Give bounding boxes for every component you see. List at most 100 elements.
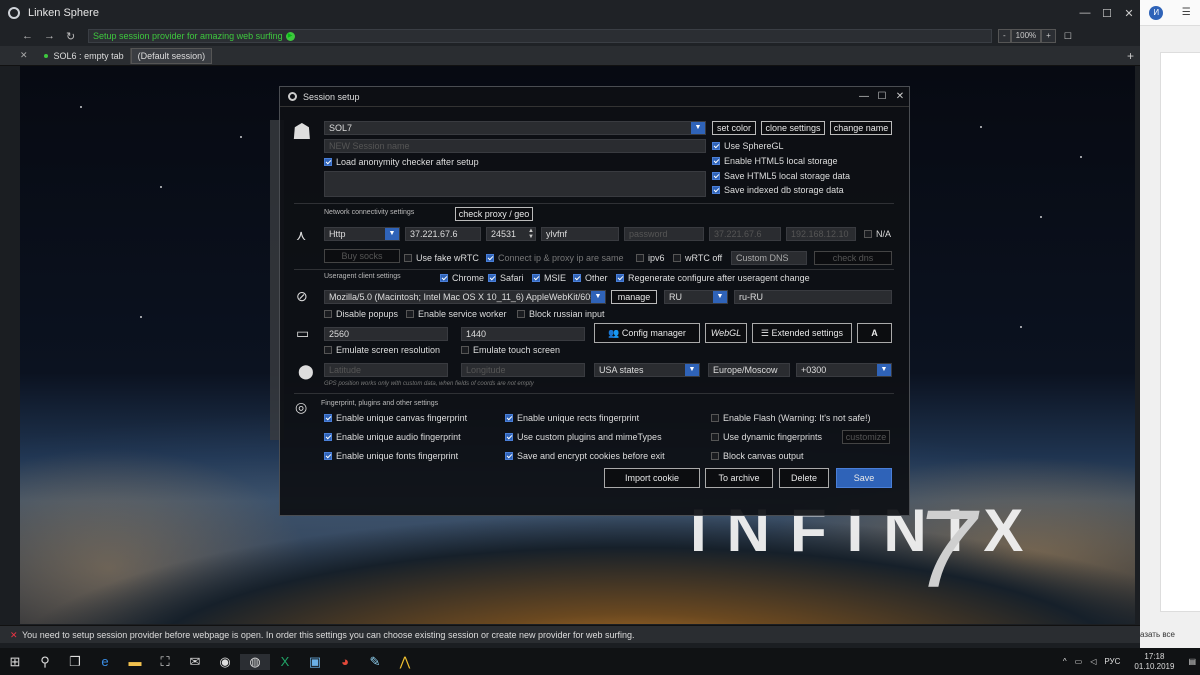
disable-popups-checkbox[interactable]: Disable popups <box>324 309 398 319</box>
keyboard-language[interactable]: РУС <box>1104 657 1120 666</box>
save-button[interactable]: Save <box>836 468 892 488</box>
edge-icon[interactable]: e <box>90 654 120 669</box>
zoom-out-button[interactable]: - <box>998 29 1011 43</box>
proxy-port-input[interactable]: 24531 ▲ ▼ <box>486 227 536 241</box>
language-select[interactable]: RU ▼ <box>664 290 728 304</box>
connect-same-checkbox[interactable]: Connect ip & proxy ip are same <box>486 253 624 263</box>
clone-settings-button[interactable]: clone settings <box>761 121 825 135</box>
dialog-maximize-button[interactable]: ☐ <box>873 91 891 102</box>
use-spheregl-checkbox[interactable]: Use SphereGL <box>712 141 784 151</box>
dialog-close-button[interactable]: ✕ <box>891 91 909 102</box>
config-manager-button[interactable]: 👥 Config manager <box>594 323 700 343</box>
safari-checkbox[interactable]: Safari <box>488 273 524 283</box>
screen-height-input[interactable]: 1440 <box>461 327 585 341</box>
maximize-button[interactable]: ☐ <box>1096 7 1118 20</box>
block-canvas-checkbox[interactable]: Block canvas output <box>711 451 804 461</box>
latitude-input[interactable]: Latitude <box>324 363 448 377</box>
store-icon[interactable]: ⛶ <box>150 654 180 670</box>
webgl-button[interactable]: WebGL <box>705 323 747 343</box>
windows-start-icon[interactable]: ⊞ <box>0 654 30 670</box>
msie-checkbox[interactable]: MSIE <box>532 273 566 283</box>
new-session-input[interactable]: NEW Session name <box>324 139 706 153</box>
emulate-resolution-checkbox[interactable]: Emulate screen resolution <box>324 345 440 355</box>
flash-checkbox[interactable]: Enable Flash (Warning: It's not safe!) <box>711 413 870 423</box>
html5-storage-checkbox[interactable]: Enable HTML5 local storage <box>712 156 838 166</box>
canvas-fingerprint-checkbox[interactable]: Enable unique canvas fingerprint <box>324 413 467 423</box>
protocol-select[interactable]: Http ▼ <box>324 227 400 241</box>
other-checkbox[interactable]: Other <box>573 273 608 283</box>
notes-textarea[interactable] <box>324 171 706 197</box>
mail-icon[interactable]: ✉ <box>180 654 210 670</box>
regenerate-checkbox[interactable]: Regenerate configure after useragent cha… <box>616 273 810 283</box>
webrtc-off-checkbox[interactable]: wRTC off <box>673 253 722 263</box>
reload-icon[interactable]: ↻ <box>66 30 88 43</box>
address-bar[interactable]: Setup session provider for amazing web s… <box>88 29 992 43</box>
notes-icon[interactable]: ✎ <box>360 654 390 670</box>
sphere-taskbar-icon[interactable]: ◍ <box>240 653 270 670</box>
custom-plugins-checkbox[interactable]: Use custom plugins and mimeTypes <box>505 432 662 442</box>
timezone-offset-select[interactable]: +0300 ▼ <box>796 363 892 377</box>
to-archive-button[interactable]: To archive <box>705 468 773 488</box>
proxy-password-input[interactable]: password <box>624 227 704 241</box>
tray-arrow-icon[interactable]: ^ <box>1063 657 1067 666</box>
fonts-button[interactable]: A <box>857 323 892 343</box>
tab-close-icon[interactable]: ✕ <box>20 50 28 61</box>
save-html5-storage-checkbox[interactable]: Save HTML5 local storage data <box>712 171 850 181</box>
manage-button[interactable]: manage <box>611 290 657 304</box>
go-icon[interactable]: ▶ <box>285 31 295 41</box>
fake-webrtc-checkbox[interactable]: Use fake wRTC <box>404 253 479 263</box>
avatar[interactable]: И <box>1149 5 1164 20</box>
menu-icon[interactable]: ☰ <box>1182 7 1191 18</box>
longitude-input[interactable]: Longitude <box>461 363 585 377</box>
fonts-fingerprint-checkbox[interactable]: Enable unique fonts fingerprint <box>324 451 458 461</box>
ipv6-checkbox[interactable]: ipv6 <box>636 253 665 263</box>
tab-sol6[interactable]: SOL6 : empty tab <box>38 47 131 64</box>
chrome-checkbox[interactable]: Chrome <box>440 273 484 283</box>
rects-fingerprint-checkbox[interactable]: Enable unique rects fingerprint <box>505 413 639 423</box>
screen-width-input[interactable]: 2560 <box>324 327 448 341</box>
search-icon[interactable]: ⚲ <box>30 654 60 670</box>
set-color-button[interactable]: set color <box>712 121 756 135</box>
check-proxy-button[interactable]: check proxy / geo <box>455 207 533 221</box>
new-tab-button[interactable]: + <box>1127 49 1134 63</box>
emulate-touch-checkbox[interactable]: Emulate touch screen <box>461 345 560 355</box>
timezone-input[interactable]: Europe/Moscow <box>708 363 790 377</box>
customize-button[interactable]: customize <box>842 430 890 444</box>
region-select[interactable]: USA states ▼ <box>594 363 700 377</box>
extended-settings-button[interactable]: ☰ Extended settings <box>752 323 852 343</box>
excel-icon[interactable]: X <box>270 654 300 669</box>
back-arrow-icon[interactable]: ← <box>22 30 44 42</box>
clock[interactable]: 17:18 01.10.2019 <box>1134 652 1174 672</box>
import-cookie-button[interactable]: Import cookie <box>604 468 700 488</box>
proxy-ip-input[interactable]: 37.221.67.6 <box>405 227 481 241</box>
app-icon[interactable]: ⋀ <box>390 654 420 670</box>
session-name-select[interactable]: SOL7 ▼ <box>324 121 706 135</box>
task-view-icon[interactable]: ❐ <box>60 654 90 670</box>
dynamic-fingerprints-checkbox[interactable]: Use dynamic fingerprints <box>711 432 822 442</box>
steam-icon[interactable]: ◉ <box>210 654 240 670</box>
close-button[interactable]: ✕ <box>1118 7 1140 20</box>
zoom-in-button[interactable]: + <box>1041 29 1056 43</box>
save-indexeddb-checkbox[interactable]: Save indexed db storage data <box>712 185 844 195</box>
tab-default-session[interactable]: (Default session) <box>130 47 213 64</box>
service-worker-checkbox[interactable]: Enable service worker <box>406 309 507 319</box>
network-tray-icon[interactable]: ▭ <box>1075 657 1083 666</box>
bookmark-button[interactable]: ☐ <box>1064 31 1072 42</box>
port-stepper-icon[interactable]: ▲ ▼ <box>528 228 534 240</box>
folder-icon[interactable]: ▬ <box>120 654 150 669</box>
encrypt-cookies-checkbox[interactable]: Save and encrypt cookies before exit <box>505 451 665 461</box>
chrome-icon[interactable]: ◕ <box>330 654 360 669</box>
audio-fingerprint-checkbox[interactable]: Enable unique audio fingerprint <box>324 432 461 442</box>
volume-icon[interactable]: ◁ <box>1090 657 1096 666</box>
na-checkbox[interactable]: N/A <box>864 229 891 239</box>
locale-input[interactable]: ru-RU <box>734 290 892 304</box>
block-russian-checkbox[interactable]: Block russian input <box>517 309 605 319</box>
custom-dns-input[interactable]: Custom DNS <box>731 251 807 265</box>
proxy-login-input[interactable]: ylvfnf <box>541 227 619 241</box>
check-dns-button[interactable]: check dns <box>814 251 892 265</box>
buy-socks-button[interactable]: Buy socks <box>324 249 400 263</box>
forward-arrow-icon[interactable]: → <box>44 30 66 42</box>
remote-desktop-icon[interactable]: ▣ <box>300 654 330 670</box>
useragent-select[interactable]: Mozilla/5.0 (Macintosh; Intel Mac OS X 1… <box>324 290 606 304</box>
delete-button[interactable]: Delete <box>779 468 829 488</box>
